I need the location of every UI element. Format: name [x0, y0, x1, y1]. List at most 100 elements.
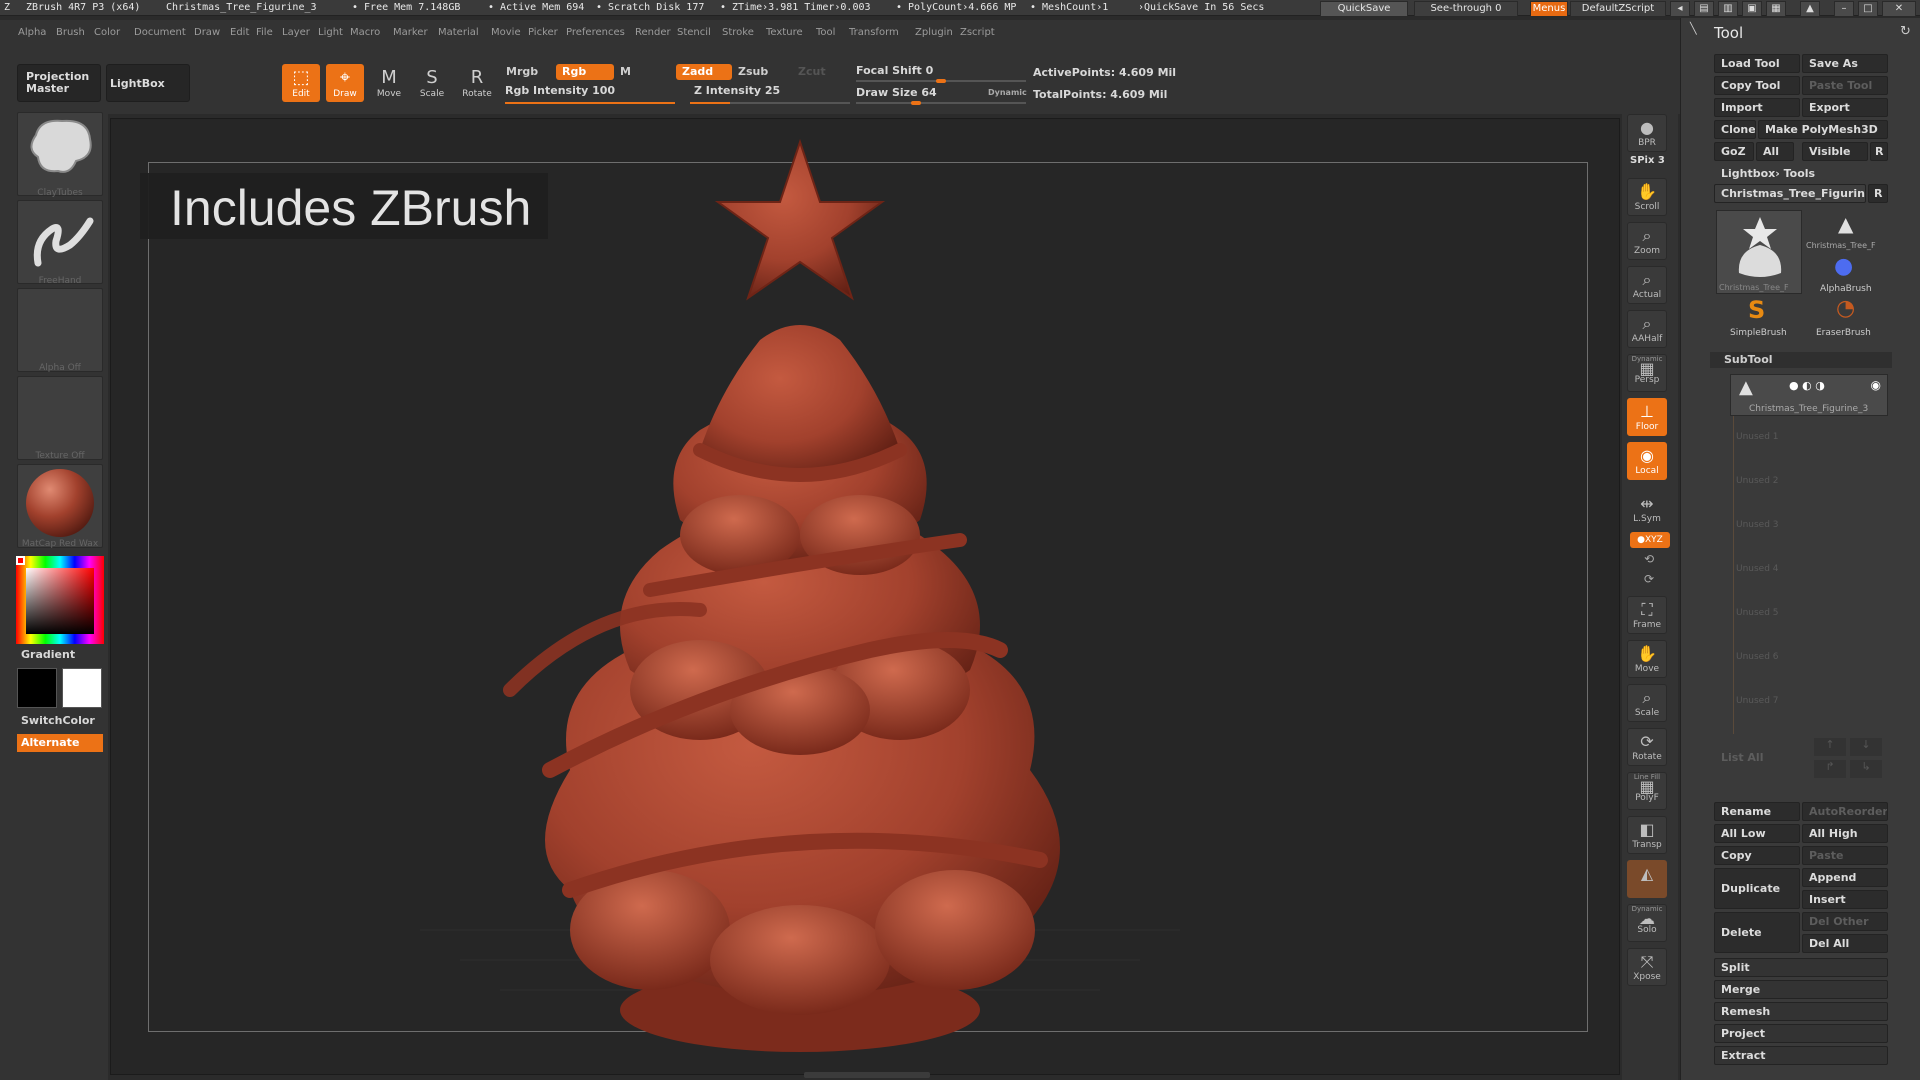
solo-button[interactable]: Dynamic ☁ Solo [1627, 904, 1667, 942]
view-move-button[interactable]: ✋ Move [1627, 640, 1667, 678]
switchcolor-button[interactable]: SwitchColor [17, 712, 103, 730]
view-rotate-button[interactable]: ⟳ Rotate [1627, 728, 1667, 766]
scroll-button[interactable]: ✋ Scroll [1627, 178, 1667, 216]
draw-size-slider[interactable] [856, 101, 1026, 105]
texture-thumbnail[interactable] [17, 376, 103, 460]
zadd-button[interactable]: Zadd [676, 64, 732, 80]
append-button[interactable]: Append [1802, 868, 1888, 887]
frame-button[interactable]: ⛶ Frame [1627, 596, 1667, 634]
stroke-thumbnail[interactable] [17, 200, 103, 284]
all-high-button[interactable]: All High [1802, 824, 1888, 843]
tool-thumb-main[interactable]: Christmas_Tree_F [1716, 210, 1802, 294]
tiles-icon[interactable]: ▦ [1766, 1, 1786, 17]
move-up-arrow-icon[interactable]: ↑ [1814, 738, 1846, 756]
current-tool-slider[interactable]: Christmas_Tree_Figurine [1714, 184, 1866, 203]
bottom-shelf-toggle[interactable] [804, 1072, 930, 1078]
rotate-axis-icon[interactable]: ⟲ [1644, 552, 1654, 566]
bpr-button[interactable]: ● BPR [1627, 114, 1667, 152]
menu-edit[interactable]: Edit [230, 27, 249, 38]
menu-stencil[interactable]: Stencil [677, 27, 711, 38]
rgb-intensity-slider[interactable] [505, 102, 675, 104]
menu-movie[interactable]: Movie [491, 27, 521, 38]
del-other-button[interactable]: Del Other [1802, 912, 1888, 931]
duplicate-button[interactable]: Duplicate [1714, 868, 1800, 909]
main-color-swatch[interactable] [17, 668, 57, 708]
export-button[interactable]: Export [1802, 98, 1888, 117]
brush-thumbnail[interactable] [17, 112, 103, 196]
tool-palette-title[interactable]: Tool [1714, 24, 1743, 42]
quicksave-button[interactable]: QuickSave [1320, 1, 1408, 17]
subtool-unused-7[interactable]: Unused 7 [1730, 692, 1880, 710]
see-through-slider[interactable]: See-through 0 [1414, 1, 1518, 17]
save-as-button[interactable]: Save As [1802, 54, 1888, 73]
tool-thumb-alphabrush[interactable]: ● AlphaBrush [1804, 252, 1888, 294]
mrgb-button[interactable]: Mrgb [500, 64, 550, 80]
subtool-header[interactable]: SubTool [1710, 352, 1892, 368]
persp-button[interactable]: Dynamic ▦ Persp [1627, 354, 1667, 392]
edit-button[interactable]: ⬚ Edit [282, 64, 320, 102]
menu-stroke[interactable]: Stroke [722, 27, 754, 38]
rename-button[interactable]: Rename [1714, 802, 1800, 821]
load-tool-button[interactable]: Load Tool [1714, 54, 1800, 73]
minimize-icon[interactable]: – [1834, 1, 1854, 17]
xpose-button[interactable]: ⤧ Xpose [1627, 948, 1667, 986]
tool-thumb-simplebrush[interactable]: S SimpleBrush [1716, 296, 1802, 338]
goz-button[interactable]: GoZ [1714, 142, 1754, 161]
rotate-axis2-icon[interactable]: ⟳ [1644, 572, 1654, 586]
delete-button[interactable]: Delete [1714, 912, 1800, 953]
menu-alpha[interactable]: Alpha [18, 27, 46, 38]
move-bottom-arrow-icon[interactable]: ↳ [1850, 760, 1882, 778]
window-icon[interactable]: ▣ [1742, 1, 1762, 17]
menu-draw[interactable]: Draw [194, 27, 220, 38]
view-scale-button[interactable]: ⌕ Scale [1627, 684, 1667, 722]
subtool-unused-5[interactable]: Unused 5 [1730, 604, 1880, 622]
menu-document[interactable]: Document [134, 27, 186, 38]
menu-macro[interactable]: Macro [350, 27, 380, 38]
layout-icon[interactable]: ▤ [1694, 1, 1714, 17]
polyf-button[interactable]: Line Fill ▦ PolyF [1627, 772, 1667, 810]
christmas-tree-model[interactable] [400, 130, 1200, 1060]
pane-icon[interactable]: ▥ [1718, 1, 1738, 17]
focal-shift-slider[interactable] [856, 79, 1026, 83]
merge-menu[interactable]: Merge [1714, 980, 1888, 999]
list-all-button[interactable]: List All [1714, 748, 1800, 767]
maximize-icon[interactable]: □ [1858, 1, 1878, 17]
subtool-active-row[interactable]: ▲ ● ◐ ◑ ◉ Christmas_Tree_Figurine_3 [1730, 374, 1888, 416]
goz-visible-button[interactable]: Visible [1802, 142, 1868, 161]
menu-material[interactable]: Material [438, 27, 479, 38]
zoom-button[interactable]: ⌕ Zoom [1627, 222, 1667, 260]
import-button[interactable]: Import [1714, 98, 1800, 117]
palette-handle-icon[interactable]: ╲ [1690, 22, 1697, 35]
menu-picker[interactable]: Picker [528, 27, 558, 38]
gradient-toggle[interactable]: Gradient [17, 646, 103, 664]
menu-render[interactable]: Render [635, 27, 671, 38]
project-menu[interactable]: Project [1714, 1024, 1888, 1043]
close-icon[interactable]: ✕ [1882, 1, 1916, 17]
menu-zscript[interactable]: Zscript [960, 27, 995, 38]
menu-transform[interactable]: Transform [849, 27, 899, 38]
tool-thumb-tree[interactable]: ▲ Christmas_Tree_F [1804, 210, 1888, 250]
extract-menu[interactable]: Extract [1714, 1046, 1888, 1065]
actual-button[interactable]: ⌕ Actual [1627, 266, 1667, 304]
zcut-button[interactable]: Zcut [792, 64, 838, 80]
menu-marker[interactable]: Marker [393, 27, 428, 38]
copy-tool-button[interactable]: Copy Tool [1714, 76, 1800, 95]
zsub-button[interactable]: Zsub [732, 64, 786, 80]
rgb-button[interactable]: Rgb [556, 64, 614, 80]
lsym-button[interactable]: ⇹ L.Sym [1627, 490, 1667, 528]
local-button[interactable]: ◉ Local [1627, 442, 1667, 480]
m-button[interactable]: M [614, 64, 654, 80]
menus-button[interactable]: Menus [1530, 1, 1568, 17]
move-down-arrow-icon[interactable]: ↓ [1850, 738, 1882, 756]
lock-icon[interactable]: ▲ [1800, 1, 1820, 17]
transp-button[interactable]: ◧ Transp [1627, 816, 1667, 854]
del-all-button[interactable]: Del All [1802, 934, 1888, 953]
move-top-arrow-icon[interactable]: ↱ [1814, 760, 1846, 778]
z-intensity-slider[interactable] [690, 102, 850, 104]
menu-file[interactable]: File [256, 27, 273, 38]
paste-subtool-button[interactable]: Paste [1802, 846, 1888, 865]
collapse-icon[interactable]: ◂ [1670, 1, 1690, 17]
current-tool-r-button[interactable]: R [1868, 184, 1888, 203]
subtool-eye-icon[interactable]: ◉ [1871, 378, 1881, 392]
alpha-thumbnail[interactable] [17, 288, 103, 372]
